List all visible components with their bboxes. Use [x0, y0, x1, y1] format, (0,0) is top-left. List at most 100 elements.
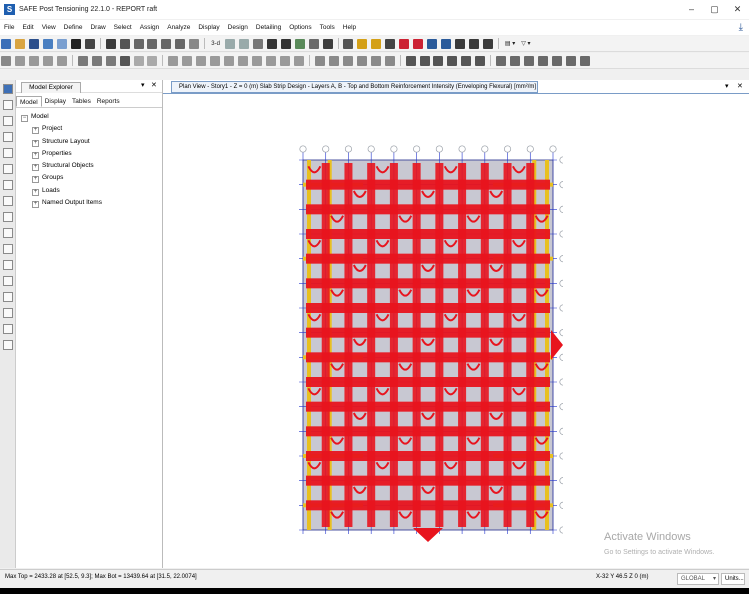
draw-point-icon[interactable]: [14, 56, 25, 66]
plan-view-canvas[interactable]: Plan View - Story1 - Z = 0 (m) Slab Stri…: [163, 80, 749, 568]
tree-node-groups[interactable]: + Groups: [21, 172, 162, 184]
tree-node-project[interactable]: + Project: [21, 123, 162, 135]
grid-tool-icon[interactable]: [3, 308, 13, 318]
tab-model[interactable]: Model: [16, 96, 42, 107]
menu-detailing[interactable]: Detailing: [252, 20, 285, 35]
beam-tool-icon[interactable]: [3, 148, 13, 158]
menu-design[interactable]: Design: [224, 20, 252, 35]
snap-dropdown[interactable]: ▤ ▾: [505, 36, 515, 51]
rectangle-tool-icon[interactable]: [3, 212, 13, 222]
strip-draw-icon[interactable]: [224, 56, 235, 66]
rotate-icon[interactable]: [252, 39, 263, 49]
draw-line-icon[interactable]: [28, 56, 39, 66]
line-tool-icon[interactable]: [3, 132, 13, 142]
select-pointer-icon[interactable]: [1, 56, 11, 66]
profile-icon[interactable]: [384, 56, 395, 66]
run-icon[interactable]: [105, 39, 116, 49]
coordinate-system-dropdown[interactable]: GLOBAL ▾: [677, 573, 719, 585]
menu-define[interactable]: Define: [60, 20, 87, 35]
line-load-icon[interactable]: [182, 56, 193, 66]
new-model-icon[interactable]: [1, 39, 11, 49]
draw-beam-icon[interactable]: [42, 56, 53, 66]
zoom-prev-icon[interactable]: [161, 39, 172, 49]
tab-tables[interactable]: Tables: [69, 96, 94, 107]
menu-file[interactable]: File: [0, 20, 18, 35]
detailing-icon[interactable]: [482, 39, 493, 49]
zoom-window-icon[interactable]: [119, 39, 130, 49]
punching-icon[interactable]: [469, 39, 480, 49]
rebar-icon[interactable]: [314, 56, 325, 66]
deformed-icon[interactable]: [357, 39, 368, 49]
point-load-icon[interactable]: [168, 56, 179, 66]
view-options-icon[interactable]: [524, 56, 535, 66]
mesh-icon[interactable]: [266, 56, 277, 66]
tree-node-named-output-items[interactable]: + Named Output Items: [21, 197, 162, 209]
column-icon[interactable]: [133, 56, 144, 66]
print-icon[interactable]: [461, 56, 472, 66]
plan-icon[interactable]: [224, 39, 235, 49]
menu-select[interactable]: Select: [110, 20, 136, 35]
display-icon[interactable]: [322, 39, 333, 49]
pointer-tool-icon[interactable]: [3, 84, 13, 94]
lock-icon[interactable]: [84, 39, 95, 49]
expand-icon[interactable]: +: [32, 201, 39, 209]
duct-icon[interactable]: [370, 56, 381, 66]
strip-tool-icon[interactable]: [3, 276, 13, 286]
group-icon[interactable]: [510, 56, 521, 66]
expand-icon[interactable]: +: [32, 139, 39, 147]
refresh-icon[interactable]: [538, 56, 549, 66]
download-icon[interactable]: ⤓: [739, 20, 743, 35]
maximize-button[interactable]: ▢: [703, 0, 726, 19]
frame-icon[interactable]: [343, 39, 354, 49]
redo-icon[interactable]: [56, 39, 67, 49]
filter-dropdown[interactable]: ▽ ▾: [521, 36, 530, 51]
zoom-in-icon[interactable]: [133, 39, 144, 49]
draw-drop-icon[interactable]: [105, 56, 116, 66]
view-close-icon[interactable]: ✕: [737, 82, 743, 90]
beam-design-icon[interactable]: [455, 39, 466, 49]
units-button[interactable]: Units...: [721, 573, 745, 585]
reinforcement-intensity-plot[interactable]: [283, 145, 563, 545]
wall-tool-icon[interactable]: [3, 180, 13, 190]
delete-icon[interactable]: [119, 56, 130, 66]
stirrup-icon[interactable]: [342, 56, 353, 66]
up-arrow-icon[interactable]: [266, 39, 277, 49]
plan-view-tab[interactable]: Plan View - Story1 - Z = 0 (m) Slab Stri…: [171, 81, 538, 93]
down-arrow-icon[interactable]: [280, 39, 291, 49]
wall-icon[interactable]: [147, 56, 158, 66]
panel-close-icon[interactable]: ✕: [151, 81, 157, 89]
export-icon[interactable]: [447, 56, 458, 66]
table-icon[interactable]: [405, 56, 416, 66]
cross-icon[interactable]: [579, 56, 590, 66]
area-load-icon[interactable]: [196, 56, 207, 66]
axis-icon[interactable]: [565, 56, 576, 66]
tendon-draw-icon[interactable]: [210, 56, 221, 66]
opening-tool-icon[interactable]: [3, 244, 13, 254]
draw-slab-icon[interactable]: [77, 56, 88, 66]
forces-icon[interactable]: [371, 39, 382, 49]
menu-view[interactable]: View: [38, 20, 60, 35]
reshape-tool-icon[interactable]: [3, 100, 13, 110]
elevation-icon[interactable]: [238, 39, 249, 49]
expand-icon[interactable]: +: [32, 164, 39, 172]
snap-tool-icon[interactable]: [3, 324, 13, 334]
drawing-icon[interactable]: [433, 56, 444, 66]
minimize-button[interactable]: –: [680, 0, 703, 19]
report-icon[interactable]: [419, 56, 430, 66]
settings-icon[interactable]: [475, 56, 486, 66]
menu-edit[interactable]: Edit: [18, 20, 37, 35]
stress-icon[interactable]: [385, 39, 396, 49]
measure-icon[interactable]: [552, 56, 563, 66]
tree-node-model[interactable]: − Model: [21, 111, 162, 123]
tendon-tool-icon[interactable]: [3, 260, 13, 270]
section-cut-icon[interactable]: [252, 56, 263, 66]
menu-display[interactable]: Display: [194, 20, 223, 35]
model-explorer-title[interactable]: Model Explorer: [21, 82, 81, 93]
tree-node-properties[interactable]: + Properties: [21, 148, 162, 160]
save-icon[interactable]: [28, 39, 39, 49]
spring-icon[interactable]: [293, 56, 304, 66]
expand-icon[interactable]: +: [32, 127, 39, 135]
menu-analyze[interactable]: Analyze: [163, 20, 194, 35]
zoom-out-icon[interactable]: [147, 39, 158, 49]
column-tool-icon[interactable]: [3, 164, 13, 174]
